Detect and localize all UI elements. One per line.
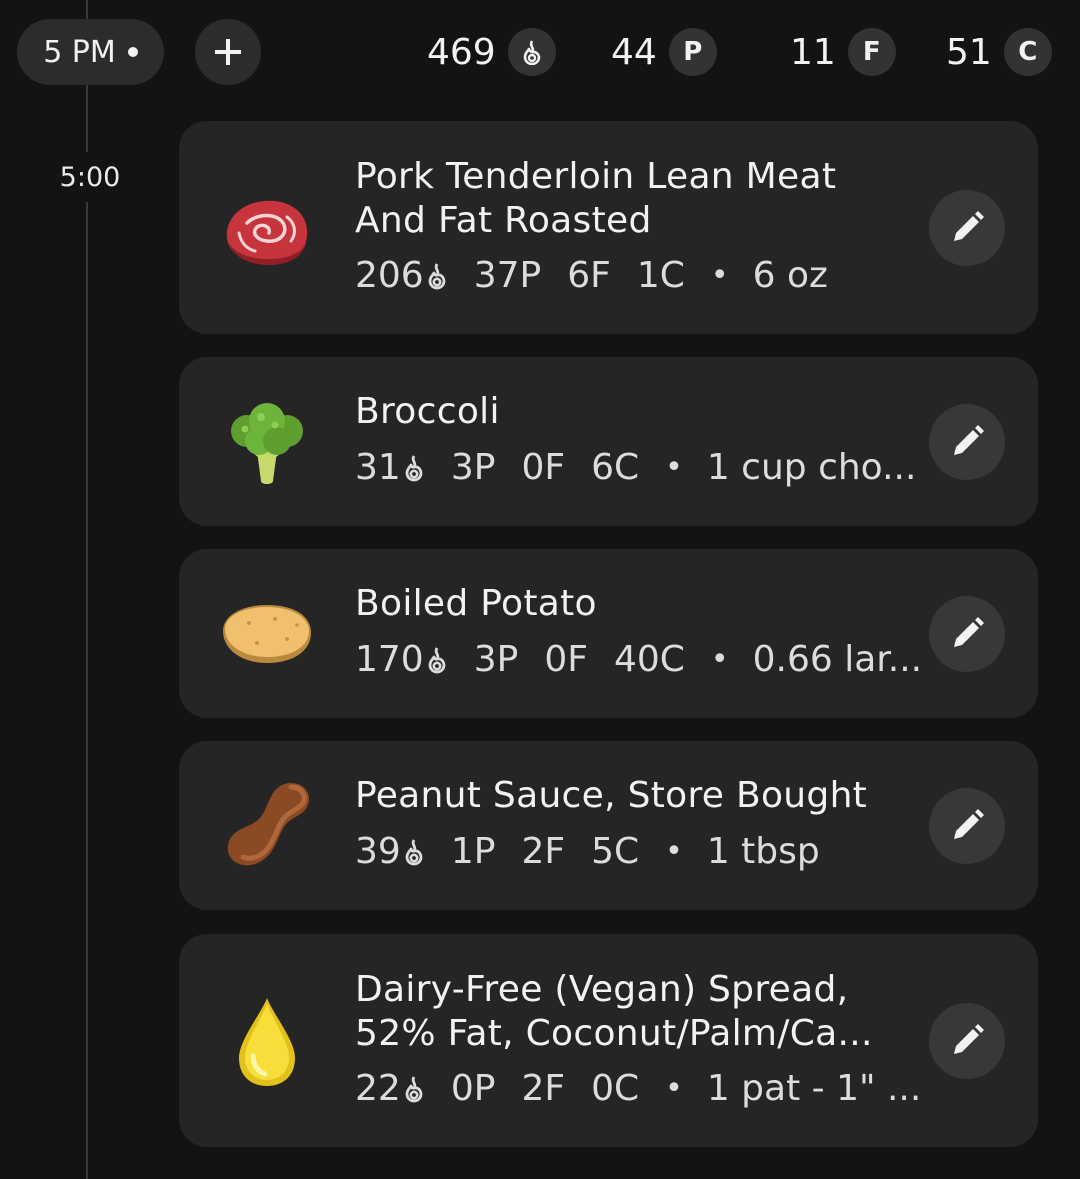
food-carbs: 5C [591,831,640,872]
food-calories-value: 206 [355,255,424,296]
food-protein: 1P [450,831,496,872]
food-fat: 0F [521,447,566,488]
food-calories: 22 [355,1067,425,1111]
timeline-time-label: 5:00 [52,152,128,202]
carbs-total: 51 C [946,19,1052,85]
fat-total: 11 F [790,19,896,85]
food-fat: 6F [567,255,611,296]
food-name: Boiled Potato [355,583,597,624]
food-protein: 37P [473,255,542,296]
food-fat: 2F [521,831,566,872]
food-calories-value: 170 [355,639,424,680]
food-entry-card[interactable]: Peanut Sauce, Store Bought 39 1P 2F 5C •… [179,741,1038,910]
food-serving: 1 cup cho... [706,447,917,488]
protein-total: 44 P [611,19,717,85]
flame-icon [428,647,446,674]
calories-total-value: 469 [427,31,496,73]
add-button[interactable] [195,19,261,85]
flame-icon [405,839,423,866]
separator: • [710,258,729,293]
edit-button[interactable] [929,190,1005,266]
flame-icon [507,28,556,76]
food-macros: 22 0P 2F 0C • 1 pat - 1" ... [355,1067,921,1111]
peanut-icon [227,783,310,866]
pencil-icon [954,1024,984,1054]
food-serving: 1 pat - 1" ... [706,1068,922,1109]
fat-total-value: 11 [790,31,836,73]
carbs-badge: C [1003,28,1052,76]
time-filter-pill[interactable]: 5 PM [17,19,164,85]
food-carbs: 1C [636,255,685,296]
food-protein: 0P [450,1068,496,1109]
potato-icon [223,605,311,663]
food-entry-card[interactable]: Dairy-Free (Vegan) Spread, 52% Fat, Coco… [179,934,1038,1147]
food-serving: 1 tbsp [706,831,820,872]
food-calories-value: 31 [355,447,401,488]
pencil-icon [954,809,984,839]
food-calories: 39 [355,830,425,874]
food-entry-card[interactable]: Pork Tenderloin Lean Meat And Fat Roaste… [179,121,1038,334]
pencil-icon [954,617,984,647]
pencil-icon [954,211,984,241]
dot-icon [127,47,138,57]
flame-icon [428,263,446,290]
food-name: Dairy-Free (Vegan) Spread, 52% Fat, Coco… [355,969,873,1054]
plus-icon [215,39,241,65]
calories-total: 469 [427,19,556,85]
food-serving: 0.66 lar... [752,639,923,680]
food-name: Broccoli [355,391,500,432]
edit-button[interactable] [929,1003,1005,1079]
carbs-total-value: 51 [946,31,992,73]
food-calories-value: 22 [355,1068,401,1109]
separator: • [665,450,683,485]
oil-drop-icon [239,998,295,1086]
flame-icon [405,1076,423,1103]
food-macros: 31 3P 0F 6C • 1 cup cho... [355,446,916,490]
food-fat: 0F [544,639,588,680]
separator: • [665,1071,683,1106]
protein-total-value: 44 [611,31,657,73]
pencil-icon [954,425,984,455]
food-macros: 206 37P 6F 1C • 6 oz [355,254,828,298]
time-pill-label: 5 PM [43,34,116,70]
food-name: Pork Tenderloin Lean Meat And Fat Roaste… [355,156,837,241]
food-calories-value: 39 [355,831,401,872]
food-entry-card[interactable]: Boiled Potato 170 3P 0F 40C • 0.66 lar..… [179,549,1038,718]
food-carbs: 0C [591,1068,640,1109]
flame-icon [405,455,423,482]
food-fat: 2F [521,1068,566,1109]
broccoli-icon [231,403,303,484]
food-protein: 3P [473,639,519,680]
food-calories: 206 [355,254,448,298]
fat-badge: F [847,28,896,76]
food-carbs: 40C [613,639,685,680]
food-calories: 170 [355,638,448,682]
protein-badge: P [668,28,717,76]
food-entry-card[interactable]: Broccoli 31 3P 0F 6C • 1 cup cho... [179,357,1038,526]
food-calories: 31 [355,446,425,490]
edit-button[interactable] [929,596,1005,672]
food-serving: 6 oz [752,255,828,296]
food-name: Peanut Sauce, Store Bought [355,775,868,816]
food-macros: 39 1P 2F 5C • 1 tbsp [355,830,820,874]
separator: • [710,642,729,677]
edit-button[interactable] [929,788,1005,864]
food-macros: 170 3P 0F 40C • 0.66 lar... [355,638,922,682]
food-protein: 3P [450,447,496,488]
food-carbs: 6C [591,447,640,488]
meat-icon [226,200,308,265]
separator: • [665,834,683,869]
edit-button[interactable] [929,404,1005,480]
